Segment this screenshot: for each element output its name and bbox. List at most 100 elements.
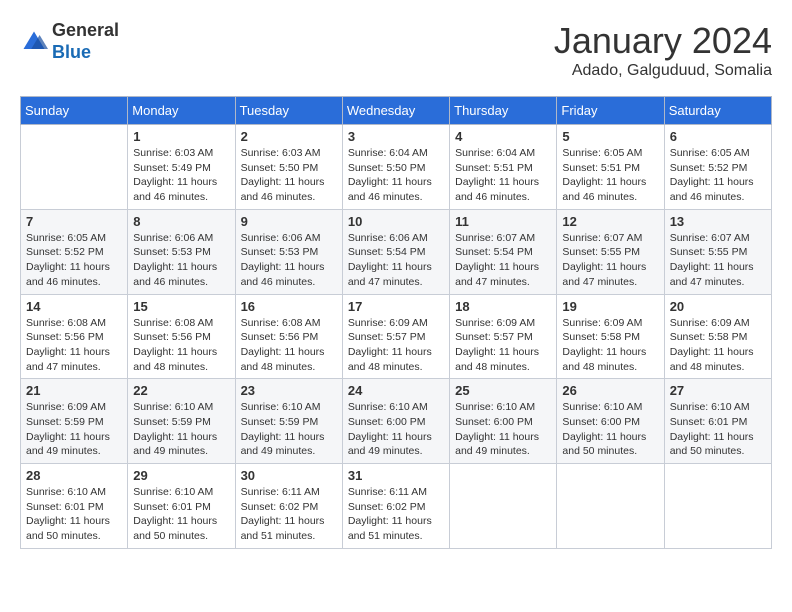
calendar-cell: [664, 464, 771, 549]
day-info: Sunrise: 6:10 AM Sunset: 6:00 PM Dayligh…: [455, 400, 551, 459]
day-number: 17: [348, 299, 444, 314]
day-number: 9: [241, 214, 337, 229]
day-number: 31: [348, 468, 444, 483]
location-subtitle: Adado, Galguduud, Somalia: [554, 62, 772, 80]
calendar-cell: 17Sunrise: 6:09 AM Sunset: 5:57 PM Dayli…: [342, 294, 449, 379]
day-info: Sunrise: 6:09 AM Sunset: 5:57 PM Dayligh…: [455, 316, 551, 375]
week-row-1: 1Sunrise: 6:03 AM Sunset: 5:49 PM Daylig…: [21, 125, 772, 210]
day-info: Sunrise: 6:07 AM Sunset: 5:55 PM Dayligh…: [562, 231, 658, 290]
day-number: 11: [455, 214, 551, 229]
day-info: Sunrise: 6:10 AM Sunset: 5:59 PM Dayligh…: [133, 400, 229, 459]
week-row-4: 21Sunrise: 6:09 AM Sunset: 5:59 PM Dayli…: [21, 379, 772, 464]
calendar-cell: 29 Sunrise: 6:10 AM Sunset: 6:01 PM Dayli…: [128, 464, 235, 549]
calendar-cell: 21Sunrise: 6:09 AM Sunset: 5:59 PM Dayli…: [21, 379, 128, 464]
calendar-cell: [557, 464, 664, 549]
calendar-cell: 28Sunrise: 6:10 AM Sunset: 6:01 PM Dayli…: [21, 464, 128, 549]
calendar-cell: 16Sunrise: 6:08 AM Sunset: 5:56 PM Dayli…: [235, 294, 342, 379]
day-number: 15: [133, 299, 229, 314]
calendar-cell: 31 Sunrise: 6:11 AM Sunset: 6:02 PM Dayli…: [342, 464, 449, 549]
week-row-5: 28 Sunrise: 6:10 AM Sunset: 6:01 PM Dayli…: [21, 464, 772, 549]
calendar-cell: 26 Sunrise: 6:10 AM Sunset: 6:00 PM Dayli…: [557, 379, 664, 464]
title-block: January 2024 Adado, Galguduud, Somalia: [554, 20, 772, 80]
day-info: Sunrise: 6:10 AM Sunset: 6:01 PM Dayligh…: [133, 485, 229, 544]
day-info: Sunrise: 6:03 AM Sunset: 5:49 PM Dayligh…: [133, 146, 229, 205]
day-info: Sunrise: 6:11 AM Sunset: 6:02 PM Dayligh…: [348, 485, 444, 544]
calendar-cell: [21, 125, 128, 210]
day-number: 22: [133, 383, 229, 398]
day-info: Sunrise: 6:06 AM Sunset: 5:54 PM Dayligh…: [348, 231, 444, 290]
day-number: 19: [562, 299, 658, 314]
day-info: Sunrise: 6:08 AM Sunset: 5:56 PM Dayligh…: [26, 316, 122, 375]
day-number: 7: [26, 214, 122, 229]
calendar-cell: 30Sunrise: 6:11 AM Sunset: 6:02 PM Dayli…: [235, 464, 342, 549]
calendar-cell: 4Sunrise: 6:04 AM Sunset: 5:51 PM Daylig…: [450, 125, 557, 210]
day-number: 10: [348, 214, 444, 229]
logo-text: General Blue: [52, 20, 119, 63]
day-number: 16: [241, 299, 337, 314]
day-number: 28: [26, 468, 122, 483]
calendar-cell: 11 Sunrise: 6:07 AM Sunset: 5:54 PM Dayli…: [450, 209, 557, 294]
day-number: 3: [348, 129, 444, 144]
calendar-cell: 19 Sunrise: 6:09 AM Sunset: 5:58 PM Dayli…: [557, 294, 664, 379]
day-number: 20: [670, 299, 766, 314]
day-info: Sunrise: 6:08 AM Sunset: 5:56 PM Dayligh…: [133, 316, 229, 375]
calendar-cell: 3 Sunrise: 6:04 AM Sunset: 5:50 PM Daylig…: [342, 125, 449, 210]
day-info: Sunrise: 6:06 AM Sunset: 5:53 PM Dayligh…: [133, 231, 229, 290]
day-number: 6: [670, 129, 766, 144]
day-info: Sunrise: 6:05 AM Sunset: 5:51 PM Dayligh…: [562, 146, 658, 205]
day-header-sunday: Sunday: [21, 97, 128, 125]
day-info: Sunrise: 6:05 AM Sunset: 5:52 PM Dayligh…: [670, 146, 766, 205]
day-info: Sunrise: 6:10 AM Sunset: 5:59 PM Dayligh…: [241, 400, 337, 459]
day-number: 8: [133, 214, 229, 229]
day-number: 29: [133, 468, 229, 483]
week-row-3: 14 Sunrise: 6:08 AM Sunset: 5:56 PM Dayli…: [21, 294, 772, 379]
day-number: 30: [241, 468, 337, 483]
day-info: Sunrise: 6:04 AM Sunset: 5:50 PM Dayligh…: [348, 146, 444, 205]
day-info: Sunrise: 6:10 AM Sunset: 6:00 PM Dayligh…: [348, 400, 444, 459]
calendar-table: SundayMondayTuesdayWednesdayThursdayFrid…: [20, 96, 772, 549]
day-number: 21: [26, 383, 122, 398]
calendar-cell: 6 Sunrise: 6:05 AM Sunset: 5:52 PM Daylig…: [664, 125, 771, 210]
day-info: Sunrise: 6:09 AM Sunset: 5:58 PM Dayligh…: [562, 316, 658, 375]
calendar-cell: 18 Sunrise: 6:09 AM Sunset: 5:57 PM Dayli…: [450, 294, 557, 379]
day-number: 27: [670, 383, 766, 398]
day-number: 5: [562, 129, 658, 144]
day-info: Sunrise: 6:05 AM Sunset: 5:52 PM Dayligh…: [26, 231, 122, 290]
calendar-cell: 23 Sunrise: 6:10 AM Sunset: 5:59 PM Dayli…: [235, 379, 342, 464]
calendar-cell: 22 Sunrise: 6:10 AM Sunset: 5:59 PM Dayli…: [128, 379, 235, 464]
day-number: 23: [241, 383, 337, 398]
day-header-monday: Monday: [128, 97, 235, 125]
calendar-cell: 5 Sunrise: 6:05 AM Sunset: 5:51 PM Daylig…: [557, 125, 664, 210]
calendar-cell: 7 Sunrise: 6:05 AM Sunset: 5:52 PM Daylig…: [21, 209, 128, 294]
day-number: 24: [348, 383, 444, 398]
calendar-cell: 10 Sunrise: 6:06 AM Sunset: 5:54 PM Dayli…: [342, 209, 449, 294]
calendar-cell: 8 Sunrise: 6:06 AM Sunset: 5:53 PM Daylig…: [128, 209, 235, 294]
day-info: Sunrise: 6:06 AM Sunset: 5:53 PM Dayligh…: [241, 231, 337, 290]
logo-icon: [20, 28, 48, 56]
day-info: Sunrise: 6:10 AM Sunset: 6:00 PM Dayligh…: [562, 400, 658, 459]
calendar-cell: 2 Sunrise: 6:03 AM Sunset: 5:50 PM Daylig…: [235, 125, 342, 210]
day-header-thursday: Thursday: [450, 97, 557, 125]
day-header-friday: Friday: [557, 97, 664, 125]
calendar-cell: 12Sunrise: 6:07 AM Sunset: 5:55 PM Dayli…: [557, 209, 664, 294]
day-number: 26: [562, 383, 658, 398]
day-info: Sunrise: 6:07 AM Sunset: 5:55 PM Dayligh…: [670, 231, 766, 290]
day-number: 18: [455, 299, 551, 314]
calendar-cell: 9 Sunrise: 6:06 AM Sunset: 5:53 PM Daylig…: [235, 209, 342, 294]
logo: General Blue: [20, 20, 119, 63]
calendar-cell: 1Sunrise: 6:03 AM Sunset: 5:49 PM Daylig…: [128, 125, 235, 210]
header-row: SundayMondayTuesdayWednesdayThursdayFrid…: [21, 97, 772, 125]
day-info: Sunrise: 6:04 AM Sunset: 5:51 PM Dayligh…: [455, 146, 551, 205]
day-number: 2: [241, 129, 337, 144]
logo-general: General: [52, 20, 119, 42]
calendar-cell: 25Sunrise: 6:10 AM Sunset: 6:00 PM Dayli…: [450, 379, 557, 464]
header: General Blue January 2024 Adado, Galgudu…: [20, 20, 772, 80]
day-number: 14: [26, 299, 122, 314]
calendar-cell: 15 Sunrise: 6:08 AM Sunset: 5:56 PM Dayli…: [128, 294, 235, 379]
day-info: Sunrise: 6:03 AM Sunset: 5:50 PM Dayligh…: [241, 146, 337, 205]
day-number: 13: [670, 214, 766, 229]
calendar-cell: 27Sunrise: 6:10 AM Sunset: 6:01 PM Dayli…: [664, 379, 771, 464]
day-info: Sunrise: 6:07 AM Sunset: 5:54 PM Dayligh…: [455, 231, 551, 290]
logo-blue: Blue: [52, 42, 119, 64]
day-info: Sunrise: 6:09 AM Sunset: 5:58 PM Dayligh…: [670, 316, 766, 375]
